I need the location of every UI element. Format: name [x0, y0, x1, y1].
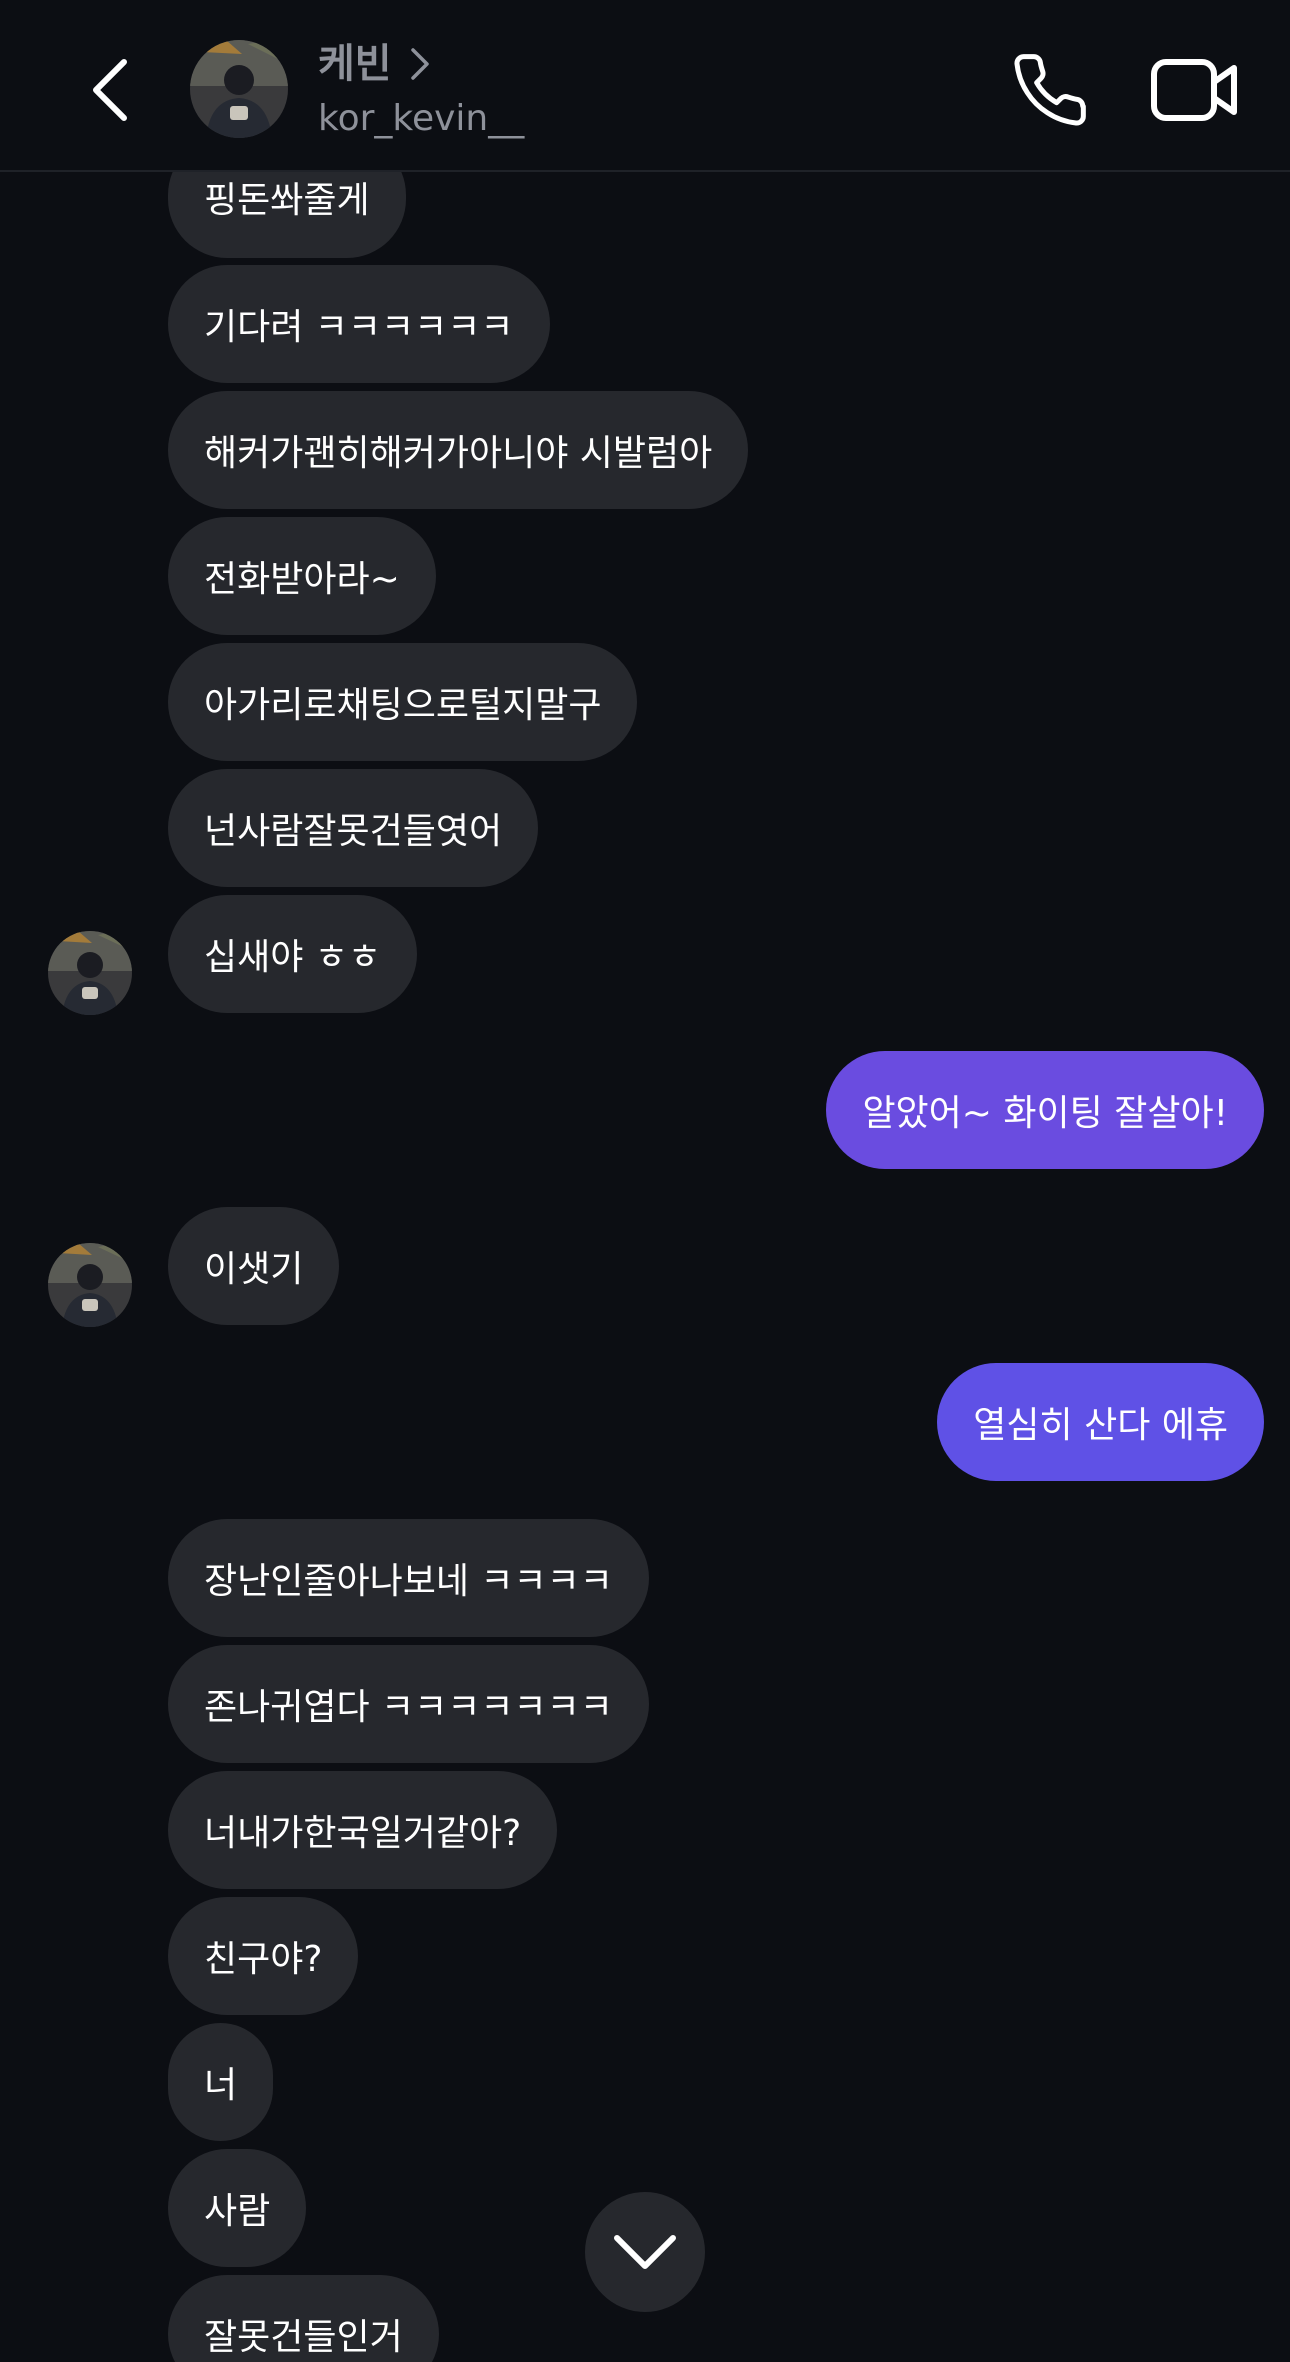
message-bubble-incoming[interactable]: 잘못건들인거 [168, 2275, 439, 2362]
message-text: 잘못건들인거 [204, 2317, 403, 2358]
message-thread[interactable]: 핑돈쏴줄게 기다려 ㅋㅋㅋㅋㅋㅋ 해커가괜히해커가아니야 시발럼아 전화받아라~… [0, 0, 1290, 2362]
message-bubble-incoming[interactable]: 기다려 ㅋㅋㅋㅋㅋㅋ [168, 265, 550, 383]
message-bubble-incoming[interactable]: 아가리로채팅으로털지말구 [168, 643, 638, 761]
chevron-down-icon [614, 2235, 676, 2269]
message-bubble-incoming[interactable]: 해커가괜히해커가아니야 시발럼아 [168, 391, 749, 509]
message-bubble-incoming[interactable]: 전화받아라~ [168, 517, 436, 635]
message-bubble-incoming[interactable]: 존나귀엽다 ㅋㅋㅋㅋㅋㅋㅋ [168, 1645, 649, 1763]
message-text: 존나귀엽다 ㅋㅋㅋㅋㅋㅋㅋ [204, 1687, 613, 1728]
sender-avatar[interactable] [48, 1243, 132, 1327]
message-bubble-outgoing[interactable]: 열심히 산다 에휴 [937, 1363, 1264, 1481]
avatar-photo [190, 40, 288, 138]
message-text: 십새야 ㅎㅎ [204, 937, 382, 978]
avatar-photo [48, 931, 132, 1015]
scroll-to-bottom-button[interactable] [585, 2192, 705, 2312]
phone-icon [1014, 54, 1086, 126]
message-text: 너내가한국일거같아? [204, 1813, 522, 1854]
message-text: 장난인줄아나보네 ㅋㅋㅋㅋ [204, 1561, 613, 1602]
video-camera-icon [1151, 59, 1237, 121]
message-text: 이샛기 [204, 1249, 304, 1290]
contact-name-link[interactable]: 케빈 [318, 36, 432, 92]
chat-screen: 핑돈쏴줄게 기다려 ㅋㅋㅋㅋㅋㅋ 해커가괜히해커가아니야 시발럼아 전화받아라~… [0, 0, 1290, 2362]
chevron-right-icon [410, 46, 432, 82]
message-text: 전화받아라~ [204, 559, 400, 600]
back-button[interactable] [70, 40, 150, 140]
message-bubble-incoming[interactable]: 넌사람잘못건들엿어 [168, 769, 539, 887]
message-text: 열심히 산다 에휴 [973, 1405, 1228, 1446]
message-text: 너 [204, 2065, 238, 2106]
contact-name: 케빈 [318, 41, 392, 87]
chat-header: 케빈 kor_kevin__ [0, 0, 1290, 172]
message-text: 기다려 ㅋㅋㅋㅋㅋㅋ [204, 307, 514, 348]
message-text: 친구야? [204, 1939, 323, 1980]
message-bubble-incoming[interactable]: 이샛기 [168, 1207, 340, 1325]
sender-avatar[interactable] [48, 931, 132, 1015]
contact-username: kor_kevin__ [318, 98, 525, 139]
message-text: 핑돈쏴줄게 [204, 180, 370, 221]
voice-call-button[interactable] [1010, 50, 1090, 130]
message-bubble-outgoing[interactable]: 알았어~ 화이팅 잘살아! [826, 1051, 1264, 1169]
video-call-button[interactable] [1150, 50, 1240, 130]
message-bubble-incoming[interactable]: 사람 [168, 2149, 307, 2267]
contact-avatar[interactable] [190, 40, 288, 138]
chevron-left-icon [93, 59, 127, 121]
message-text: 사람 [204, 2191, 271, 2232]
message-bubble-incoming[interactable]: 장난인줄아나보네 ㅋㅋㅋㅋ [168, 1519, 649, 1637]
message-bubble-incoming[interactable]: 친구야? [168, 1897, 359, 2015]
message-text: 해커가괜히해커가아니야 시발럼아 [204, 433, 713, 474]
message-bubble-incoming[interactable]: 너내가한국일거같아? [168, 1771, 558, 1889]
message-text: 아가리로채팅으로털지말구 [204, 685, 602, 726]
message-text: 알았어~ 화이팅 잘살아! [862, 1093, 1228, 1134]
message-text: 넌사람잘못건들엿어 [204, 811, 503, 852]
avatar-photo [48, 1243, 132, 1327]
message-bubble-incoming[interactable]: 너 [168, 2023, 274, 2141]
message-bubble-incoming[interactable]: 십새야 ㅎㅎ [168, 895, 418, 1013]
